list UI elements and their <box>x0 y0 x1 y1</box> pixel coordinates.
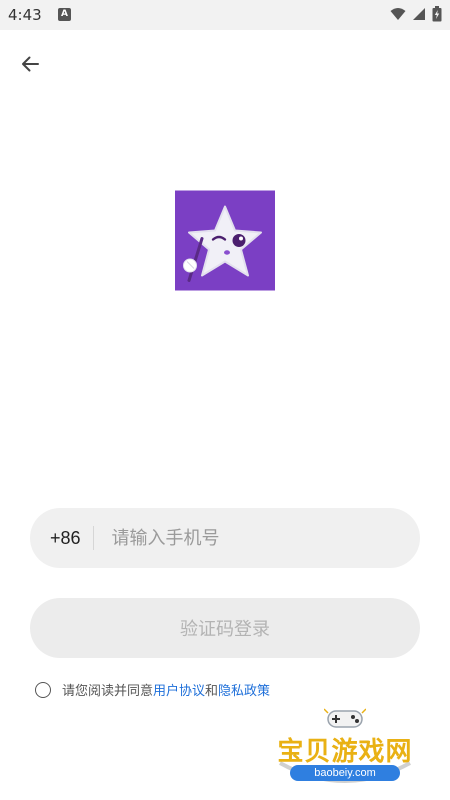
status-icons <box>390 6 442 22</box>
battery-charging-icon <box>432 6 442 22</box>
watermark: 宝贝游戏网 baobeiy.com <box>272 705 418 790</box>
status-bar: 4:43 A <box>0 0 450 30</box>
phone-number-input[interactable] <box>109 526 374 550</box>
star-mascot-logo <box>175 190 275 291</box>
verification-code-login-button[interactable]: 验证码登录 <box>30 598 420 658</box>
signal-icon <box>413 8 425 20</box>
gamepad-icon <box>324 708 366 728</box>
notification-icon: A <box>58 8 71 21</box>
arrow-left-icon <box>22 56 39 72</box>
country-code[interactable]: +86 <box>50 528 81 549</box>
back-button[interactable] <box>14 50 46 78</box>
privacy-policy-link[interactable]: 隐私政策 <box>218 680 270 699</box>
watermark-domain: baobeiy.com <box>290 765 400 781</box>
status-time: 4:43 <box>8 6 42 24</box>
agreement-conjunction: 和 <box>205 684 219 699</box>
watermark-title: 宝贝游戏网 <box>277 737 413 767</box>
agreement-row: 请您阅读并同意 用户协议 和 隐私政策 <box>35 680 270 699</box>
agreement-checkbox[interactable] <box>35 681 51 698</box>
user-agreement-link[interactable]: 用户协议 <box>153 680 205 699</box>
agreement-prefix: 请您阅读并同意 <box>62 684 154 699</box>
divider <box>92 526 94 550</box>
phone-input-row: +86 <box>30 508 420 568</box>
wifi-icon <box>390 8 406 20</box>
